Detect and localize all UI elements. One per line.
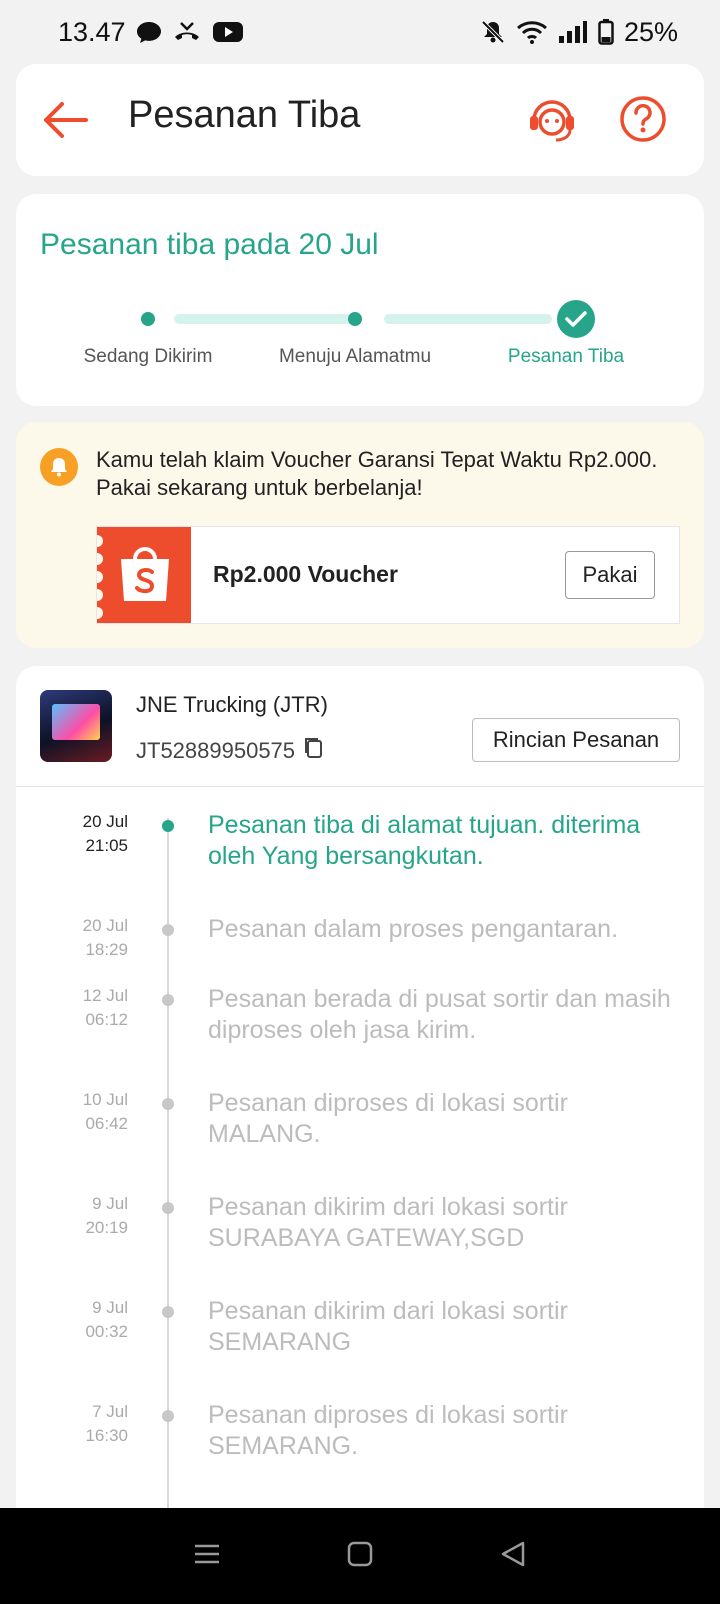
header-bar: Pesanan Tiba [16, 64, 704, 176]
courier-name: JNE Trucking (JTR) [136, 692, 328, 717]
voucher-message: Kamu telah klaim Voucher Garansi Tepat W… [96, 447, 658, 500]
timeline-dot [162, 1202, 174, 1214]
timeline-dot [162, 1306, 174, 1318]
voucher-ticket: Rp2.000 Voucher Pakai [96, 526, 680, 624]
order-details-button[interactable]: Rincian Pesanan [472, 718, 680, 762]
tracking-number-row: JT52889950575 [136, 736, 325, 766]
status-bar-right: 25% [480, 17, 678, 48]
headset-chat-icon [530, 100, 574, 142]
timeline-dot [162, 1098, 174, 1110]
step-label-shipping: Sedang Dikirim [83, 346, 213, 367]
shopee-bag-icon [121, 547, 169, 601]
timeline-dot [162, 820, 174, 832]
event-description: Pesanan dalam proses pengantaran. [208, 915, 619, 943]
battery-percent: 25% [623, 16, 678, 47]
step-label-arrived: Pesanan Tiba [507, 346, 625, 367]
system-navigation-bar [0, 1508, 720, 1604]
event-time: 21:05 [85, 836, 128, 855]
youtube-icon [212, 20, 244, 44]
step-dot-en-route [348, 312, 362, 326]
event-time: 20:19 [85, 1218, 128, 1237]
event-date: 10 Jul [82, 1090, 128, 1109]
timeline-dot [162, 1410, 174, 1422]
event-date: 20 Jul [82, 916, 128, 935]
event-time: 18:29 [85, 940, 128, 959]
event-time: 06:12 [85, 1010, 128, 1029]
event-description: Pesanan dikirim dari lokasi sortir SEMAR… [208, 1297, 568, 1356]
event-date: 9 Jul [92, 1298, 128, 1317]
status-bar-left: 13.47 [58, 17, 244, 48]
use-voucher-button[interactable]: Pakai [565, 551, 655, 599]
divider [16, 786, 704, 787]
progress-stepper: Sedang Dikirim Menuju Alamatmu Pesanan T… [16, 294, 704, 384]
event-description: Pesanan diproses di lokasi sortir MALANG… [208, 1089, 568, 1148]
timeline-dot [162, 994, 174, 1006]
event-time: 00:32 [85, 1322, 128, 1341]
event-date: 7 Jul [92, 1402, 128, 1421]
mute-bell-icon [480, 19, 506, 45]
event-date: 12 Jul [82, 986, 128, 1005]
event-date: 9 Jul [92, 1194, 128, 1213]
tracking-number: JT52889950575 [136, 738, 296, 763]
step-label-en-route: Menuju Alamatmu [278, 346, 432, 367]
event-date: 20 Jul [82, 812, 128, 831]
home-icon[interactable] [347, 1541, 373, 1572]
event-description: Pesanan tiba di alamat tujuan. diterima … [208, 811, 641, 870]
help-button[interactable] [618, 94, 668, 144]
product-thumbnail[interactable] [40, 690, 112, 762]
back-triangle-icon[interactable] [499, 1540, 527, 1573]
customer-service-button[interactable] [524, 92, 580, 148]
delivery-status-card: Pesanan tiba pada 20 Jul Sedang Dikirim … [16, 194, 704, 406]
back-button[interactable] [42, 94, 112, 146]
question-mark-icon [620, 96, 666, 142]
page-title: Pesanan Tiba [128, 94, 361, 136]
voucher-title: Rp2.000 Voucher [213, 561, 398, 587]
status-bar: 13.47 25% [0, 0, 720, 64]
voucher-card: Kamu telah klaim Voucher Garansi Tepat W… [16, 422, 704, 648]
check-icon [565, 311, 587, 327]
event-description: Pesanan diproses di lokasi sortir SEMARA… [208, 1401, 568, 1460]
wifi-icon [516, 19, 548, 45]
arrival-heading: Pesanan tiba pada 20 Jul [40, 228, 379, 261]
battery-icon [598, 19, 614, 45]
event-description: Pesanan berada di pusat sortir dan masih… [208, 985, 671, 1044]
bell-icon [40, 448, 78, 486]
progress-line-1 [174, 314, 362, 324]
step-dot-shipping [141, 312, 155, 326]
back-arrow-icon [44, 102, 88, 138]
copy-icon[interactable] [303, 736, 325, 766]
progress-line-2 [384, 314, 552, 324]
chat-bubble-icon [136, 20, 162, 44]
step-complete-check [557, 300, 595, 338]
missed-call-icon [172, 20, 202, 44]
menu-icon[interactable] [193, 1542, 221, 1571]
event-time: 06:42 [85, 1114, 128, 1133]
event-time: 16:30 [85, 1426, 128, 1445]
timeline-dot [162, 924, 174, 936]
voucher-ticket-stub [97, 527, 191, 623]
shipment-tracking-card: JNE Trucking (JTR) JT52889950575 Rincian… [16, 666, 704, 1604]
event-description: Pesanan dikirim dari lokasi sortir SURAB… [208, 1193, 568, 1252]
signal-icon [558, 20, 588, 44]
clock: 13.47 [58, 16, 126, 47]
